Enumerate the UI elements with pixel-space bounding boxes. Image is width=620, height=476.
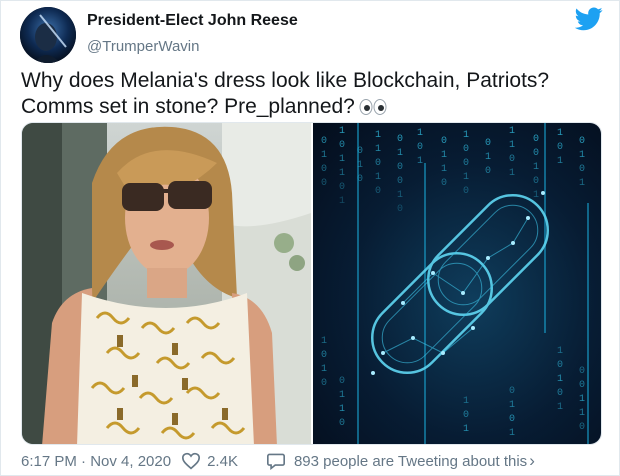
svg-text:1: 1 [463, 130, 469, 141]
svg-text:1: 1 [557, 128, 563, 139]
svg-text:1: 1 [339, 196, 345, 207]
svg-text:1: 1 [375, 172, 381, 183]
svg-text:1: 1 [375, 144, 381, 155]
chevron-right-icon[interactable]: › [529, 451, 535, 471]
twitter-bird-icon[interactable] [575, 7, 603, 31]
avatar[interactable] [20, 7, 76, 63]
svg-text:1: 1 [397, 190, 403, 201]
svg-text:1: 1 [375, 130, 381, 141]
svg-text:1: 1 [557, 374, 563, 385]
svg-text:0: 0 [339, 182, 345, 193]
tweet-line-2-text: Comms set in stone? Pre_planned? [21, 95, 355, 118]
tweet-footer: 6:17 PM · Nov 4, 2020 2.4K 893 people ar… [21, 450, 611, 472]
heart-icon[interactable] [181, 452, 201, 470]
svg-text:0: 0 [375, 186, 381, 197]
svg-text:0: 0 [339, 418, 345, 429]
tweet-line-1: Why does Melania's dress look like Block… [21, 69, 550, 92]
svg-text:0: 0 [441, 178, 447, 189]
svg-text:0: 0 [463, 186, 469, 197]
svg-text:0: 0 [463, 158, 469, 169]
svg-text:1: 1 [557, 346, 563, 357]
svg-text:1: 1 [509, 140, 515, 151]
author-handle[interactable]: @TrumperWavin [87, 38, 199, 55]
svg-text:1: 1 [557, 156, 563, 167]
svg-text:0: 0 [321, 164, 327, 175]
svg-text:1: 1 [463, 396, 469, 407]
svg-text:1: 1 [533, 162, 539, 173]
svg-text:0: 0 [463, 144, 469, 155]
svg-text:0: 0 [509, 386, 515, 397]
svg-text:1: 1 [417, 128, 423, 139]
svg-text:0: 0 [485, 138, 491, 149]
svg-text:0: 0 [579, 136, 585, 147]
svg-text:1: 1 [485, 152, 491, 163]
svg-text:0: 0 [321, 178, 327, 189]
svg-text:0: 0 [509, 414, 515, 425]
tweet-line-2: Comms set in stone? Pre_planned? [21, 94, 606, 120]
author-display-name[interactable]: President-Elect John Reese [87, 12, 298, 30]
svg-text:0: 0 [321, 136, 327, 147]
svg-text:0: 0 [579, 422, 585, 433]
svg-text:0: 0 [339, 376, 345, 387]
svg-text:0: 0 [579, 366, 585, 377]
svg-text:0: 0 [417, 142, 423, 153]
svg-text:1: 1 [509, 428, 515, 439]
svg-text:1: 1 [339, 168, 345, 179]
svg-text:1: 1 [321, 364, 327, 375]
like-count[interactable]: 2.4K [207, 453, 238, 470]
svg-text:1: 1 [417, 156, 423, 167]
svg-text:0: 0 [339, 140, 345, 151]
svg-text:1: 1 [339, 126, 345, 137]
svg-text:1: 1 [339, 154, 345, 165]
svg-text:1: 1 [321, 150, 327, 161]
svg-text:0: 0 [557, 142, 563, 153]
svg-text:1: 1 [579, 150, 585, 161]
svg-text:0: 0 [485, 166, 491, 177]
svg-text:0: 0 [579, 380, 585, 391]
svg-text:1: 1 [579, 394, 585, 405]
svg-text:1: 1 [463, 172, 469, 183]
svg-text:0: 0 [463, 410, 469, 421]
svg-text:0: 0 [533, 148, 539, 159]
svg-text:0: 0 [441, 136, 447, 147]
svg-text:0: 0 [533, 176, 539, 187]
tweet-media[interactable]: 0 1 0 0 1 0 1 1 0 1 0 1 0 1 1 0 1 0 0 1 0 0 1 0 1 0 1 0 1 1 0 1 0… [21, 122, 602, 445]
svg-text:0: 0 [397, 204, 403, 215]
svg-text:0: 0 [321, 350, 327, 361]
photo-woman-in-patterned-dress[interactable] [22, 123, 311, 444]
svg-text:1: 1 [509, 168, 515, 179]
svg-text:0: 0 [557, 388, 563, 399]
eyes-icon [359, 99, 387, 116]
svg-text:0: 0 [397, 134, 403, 145]
svg-text:1: 1 [579, 178, 585, 189]
speech-bubble-icon[interactable] [266, 452, 286, 470]
svg-text:1: 1 [339, 390, 345, 401]
svg-text:1: 1 [557, 402, 563, 413]
tweet-card: President-Elect John Reese @TrumperWavin… [0, 0, 620, 476]
tweet-timestamp[interactable]: 6:17 PM · Nov 4, 2020 [21, 453, 171, 470]
svg-text:1: 1 [339, 404, 345, 415]
svg-text:0: 0 [321, 378, 327, 389]
svg-text:1: 1 [463, 424, 469, 435]
svg-text:0: 0 [397, 176, 403, 187]
svg-text:1: 1 [321, 336, 327, 347]
svg-text:1: 1 [509, 400, 515, 411]
svg-text:0: 0 [375, 158, 381, 169]
blockchain-chain-illustration[interactable]: 0 1 0 0 1 0 1 1 0 1 0 1 0 1 1 0 1 0 0 1 0 0 1 0 1 0 1 0 1 1 0 1 0… [313, 123, 601, 444]
tweet-text: Why does Melania's dress look like Block… [21, 68, 606, 120]
tweeting-about-this-link[interactable]: 893 people are Tweeting about this [294, 453, 527, 470]
svg-text:0: 0 [533, 134, 539, 145]
svg-text:0: 0 [579, 164, 585, 175]
svg-text:1: 1 [579, 408, 585, 419]
svg-text:1: 1 [509, 126, 515, 137]
svg-text:1: 1 [397, 148, 403, 159]
svg-text:0: 0 [509, 154, 515, 165]
svg-text:1: 1 [441, 164, 447, 175]
svg-text:0: 0 [397, 162, 403, 173]
svg-text:0: 0 [557, 360, 563, 371]
svg-text:1: 1 [441, 150, 447, 161]
svg-text:1: 1 [533, 190, 539, 201]
